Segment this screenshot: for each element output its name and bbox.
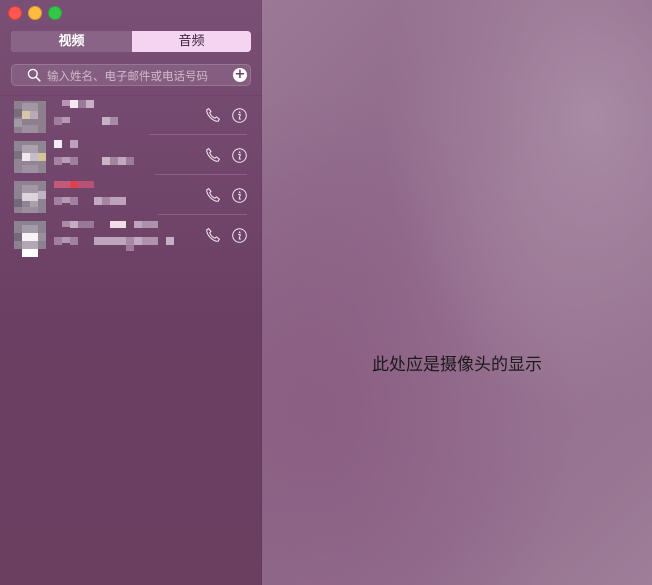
phone-icon[interactable] [205,227,221,243]
info-icon[interactable] [232,148,247,163]
tab-video[interactable]: 视频 [11,31,132,52]
info-icon[interactable] [232,108,247,123]
video-audio-segmented-control: 视频 音频 [11,31,251,52]
phone-icon[interactable] [205,147,221,163]
add-contact-icon[interactable]: + [233,68,247,82]
contact-avatar [14,101,46,133]
phone-icon[interactable] [205,187,221,203]
window-minimize-button[interactable] [28,6,42,20]
tab-audio[interactable]: 音频 [132,31,251,52]
contact-avatar [14,141,46,173]
window-close-button[interactable] [8,6,22,20]
contact-row[interactable] [0,136,262,176]
phone-icon[interactable] [205,107,221,123]
contact-row[interactable] [0,216,262,257]
info-icon[interactable] [232,188,247,203]
search-input[interactable] [45,66,229,86]
contacts-sidebar: 视频 音频 + [0,0,262,585]
row-divider [155,174,247,175]
contact-row[interactable] [0,176,262,216]
contact-avatar [14,221,46,257]
row-divider [149,134,247,135]
camera-placeholder-text: 此处应是摄像头的显示 [372,355,542,375]
contact-row[interactable] [0,96,262,136]
info-icon[interactable] [232,228,247,243]
search-icon [27,68,41,82]
row-divider [158,214,247,215]
camera-preview: 此处应是摄像头的显示 [262,0,652,585]
contact-avatar [14,181,46,213]
search-field: + [11,64,251,86]
window-maximize-button[interactable] [48,6,62,20]
